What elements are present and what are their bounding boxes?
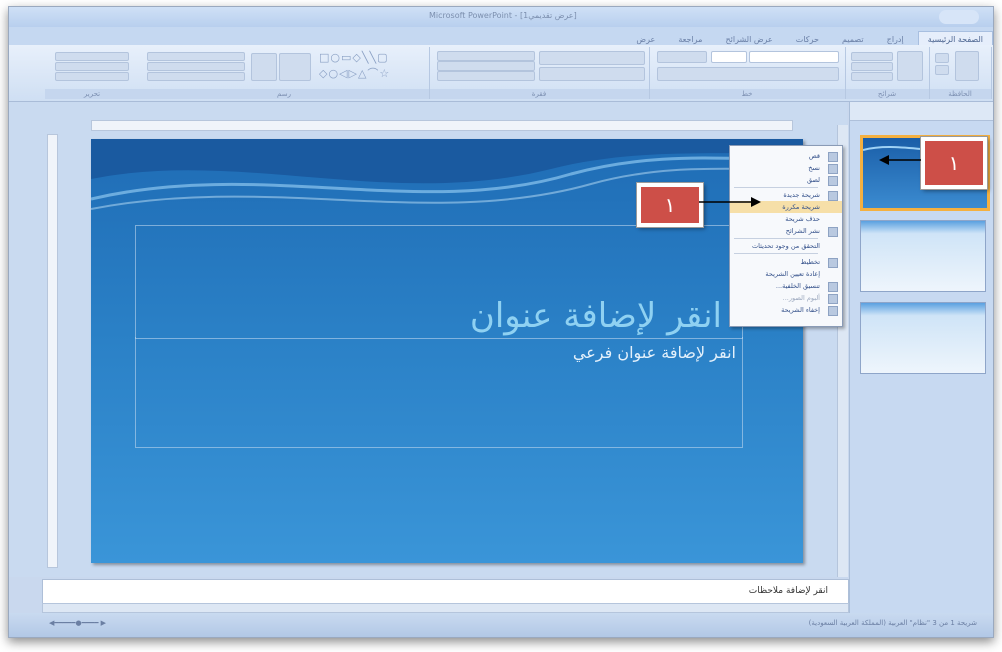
menu-separator — [734, 187, 818, 188]
horizontal-ruler — [91, 120, 793, 131]
notes-pane[interactable]: انقر لإضافة ملاحظات — [42, 579, 849, 605]
smartart-convert[interactable] — [437, 71, 535, 81]
font-format-buttons[interactable] — [657, 67, 839, 81]
subtitle-placeholder-text: انقر لإضافة عنوان فرعي — [572, 343, 736, 362]
shape-effects[interactable] — [147, 72, 245, 81]
menu-item-check-updates[interactable]: التحقق من وجود تحديثات — [730, 240, 842, 252]
status-text: شريحة 1 من 3 "نظام" العربية (المملكة الع… — [808, 619, 977, 627]
menu-item-publish-slides[interactable]: نشر الشرائح — [730, 225, 842, 237]
group-label-font: خط — [649, 89, 845, 99]
cut-icon — [828, 152, 838, 162]
menu-item-format-background[interactable]: تنسيق الخلفية... — [730, 280, 842, 292]
align-text[interactable] — [437, 61, 535, 71]
callout-box-thumbnail: ١ — [921, 137, 987, 189]
group-label-editing: تحرير — [45, 89, 139, 99]
slides-pane-tabs[interactable] — [850, 102, 993, 121]
window-title: Microsoft PowerPoint - [عرض تقديمي1] — [429, 11, 577, 20]
context-menu: قص نسخ لصق شريحة جديدة شريحة مكررة حذف ش… — [729, 145, 843, 327]
layout-icon — [828, 258, 838, 268]
ribbon: الحافظة شرائح خط فقرة □○▭◇╲╲▢ ◇○◁▷△⌒☆ رس… — [9, 45, 993, 102]
menu-item-layout[interactable]: تخطيط — [730, 256, 842, 268]
group-label-paragraph: فقرة — [429, 89, 649, 99]
subtitle-placeholder[interactable]: انقر لإضافة عنوان فرعي — [135, 337, 743, 448]
notes-placeholder: انقر لإضافة ملاحظات — [748, 586, 828, 596]
menu-separator — [734, 238, 818, 239]
arrange-button[interactable] — [279, 53, 311, 81]
menu-item-delete-slide[interactable]: حذف شريحة — [730, 213, 842, 225]
paste-button[interactable] — [955, 51, 979, 81]
horizontal-scrollbar[interactable] — [42, 603, 849, 613]
menu-item-paste[interactable]: لصق — [730, 174, 842, 186]
text-direction[interactable] — [437, 51, 535, 61]
callout-box-menu: ١ — [637, 183, 703, 227]
font-name-combo[interactable] — [749, 51, 839, 63]
title-placeholder-text: انقر لإضافة عنوان — [469, 296, 722, 336]
find-button[interactable] — [55, 52, 129, 61]
new-slide-button[interactable] — [897, 51, 923, 81]
publish-icon — [828, 227, 838, 237]
slide-thumbnail-2[interactable] — [860, 220, 986, 292]
title-bar: Microsoft PowerPoint - [عرض تقديمي1] — [9, 7, 993, 27]
group-drawing: □○▭◇╲╲▢ ◇○◁▷△⌒☆ رسم — [139, 47, 430, 99]
office-controls[interactable] — [939, 10, 979, 24]
group-font: خط — [649, 47, 846, 99]
menu-item-cut[interactable]: قص — [730, 150, 842, 162]
group-label-slides: شرائح — [845, 89, 929, 99]
powerpoint-window: Microsoft PowerPoint - [عرض تقديمي1] الص… — [8, 6, 994, 638]
paste-icon — [828, 176, 838, 186]
cut-button[interactable] — [935, 53, 949, 63]
title-placeholder[interactable]: انقر لإضافة عنوان — [135, 225, 743, 339]
ribbon-tabs: الصفحة الرئيسية إدراج تصميم حركات عرض ال… — [9, 27, 993, 47]
new-slide-icon — [828, 191, 838, 201]
menu-item-copy[interactable]: نسخ — [730, 162, 842, 174]
layout-button[interactable] — [851, 52, 893, 61]
hide-slide-icon — [828, 306, 838, 316]
shape-fill[interactable] — [147, 52, 245, 61]
copy-button[interactable] — [935, 65, 949, 75]
format-background-icon — [828, 282, 838, 292]
replace-button[interactable] — [55, 62, 129, 71]
font-size-combo[interactable] — [711, 51, 747, 63]
zoom-controls[interactable]: ◀━━━━━●━━━━ ▶ — [49, 619, 249, 627]
font-grow-shrink[interactable] — [657, 51, 707, 63]
menu-item-photo-album: ألبوم الصور... — [730, 292, 842, 304]
photo-album-icon — [828, 294, 838, 304]
callout-arrow-thumbnail — [879, 155, 921, 165]
group-label-drawing: رسم — [139, 89, 429, 99]
delete-button[interactable] — [851, 72, 893, 81]
menu-separator — [734, 253, 818, 254]
reset-button[interactable] — [851, 62, 893, 71]
group-editing: تحرير — [45, 47, 139, 99]
copy-icon — [828, 164, 838, 174]
status-bar: ◀━━━━━●━━━━ ▶ شريحة 1 من 3 "نظام" العربي… — [9, 613, 993, 637]
menu-item-reset-slide[interactable]: إعادة تعيين الشريحة — [730, 268, 842, 280]
group-slides: شرائح — [845, 47, 930, 99]
menu-item-hide-slide[interactable]: إخفاء الشريحة — [730, 304, 842, 316]
group-paragraph: فقرة — [429, 47, 650, 99]
select-button[interactable] — [55, 72, 129, 81]
shapes-gallery-row2[interactable]: ◇○◁▷△⌒☆ — [319, 65, 390, 81]
vertical-ruler — [47, 134, 58, 568]
slide-thumbnail-3[interactable] — [860, 302, 986, 374]
group-label-clipboard: الحافظة — [929, 89, 991, 99]
list-buttons[interactable] — [539, 51, 645, 65]
shape-outline[interactable] — [147, 62, 245, 71]
quick-styles-button[interactable] — [251, 53, 277, 81]
align-buttons[interactable] — [539, 67, 645, 81]
callout-arrow-menu — [699, 197, 761, 207]
group-clipboard: الحافظة — [929, 47, 992, 99]
shapes-gallery[interactable]: □○▭◇╲╲▢ — [319, 51, 388, 64]
